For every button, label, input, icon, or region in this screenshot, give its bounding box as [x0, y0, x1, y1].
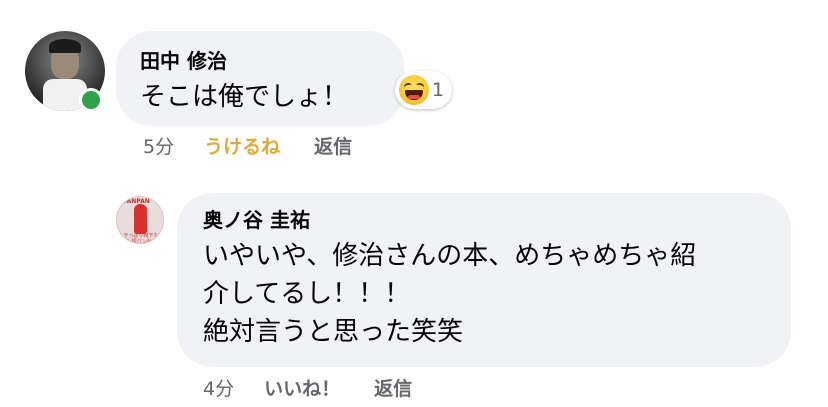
reply-author[interactable]: 奥ノ谷 圭祐: [203, 207, 765, 233]
online-status-indicator: [79, 88, 103, 112]
reply-button[interactable]: 返信: [314, 132, 352, 159]
comment-timestamp[interactable]: 5分: [143, 132, 174, 159]
haha-icon: [399, 75, 429, 105]
comment-text: そこは俺でしょ！: [140, 82, 349, 112]
avatar-hair: [49, 39, 81, 53]
reply-text: いやいや、修治さんの本、めちゃめちゃ紹 介してるし！！！ 絶対言うと思った笑笑: [203, 241, 697, 347]
reaction-button[interactable]: うけるね: [204, 132, 280, 159]
reply-bubble: 奥ノ谷 圭祐 いやいや、修治さんの本、めちゃめちゃ紹 介してるし！！！ 絶対言う…: [177, 193, 791, 367]
comment-bubble: 田中 修治 そこは俺でしょ！: [116, 31, 404, 126]
reply-actions: 4分 いいね！ 返信: [203, 374, 412, 401]
reaction-summary[interactable]: 1: [395, 71, 453, 109]
comment-author[interactable]: 田中 修治: [140, 48, 380, 74]
reply-avatar[interactable]: TANPAN やっぱり靴下なら 短パン社長: [116, 196, 164, 244]
avatar-figure: [134, 204, 147, 234]
comment-actions: 5分 うけるね 返信: [143, 132, 352, 159]
reply-timestamp[interactable]: 4分: [203, 374, 234, 401]
avatar-caption: やっぱり靴下なら 短パン社長: [123, 233, 159, 244]
reply-button[interactable]: 返信: [374, 374, 412, 401]
like-button[interactable]: いいね！: [264, 374, 340, 401]
reaction-count: 1: [432, 79, 445, 101]
